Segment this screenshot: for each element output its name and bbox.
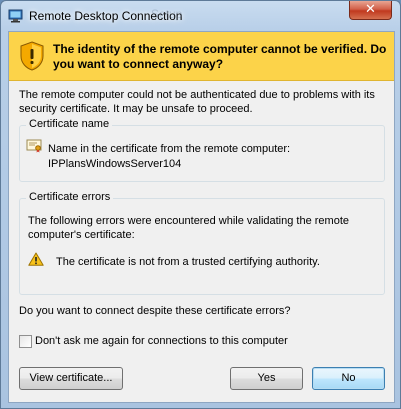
certificate-name-group: Certificate name Name in the certificate… [19,118,385,182]
certificate-icon [26,139,42,153]
certificate-errors-description: The following errors were encountered wh… [28,215,350,241]
remote-desktop-icon [8,9,23,23]
banner-heading: The identity of the remote computer cann… [53,42,387,71]
certificate-name-value: IPPlansWindowsServer104 [48,158,182,170]
connect-question: Do you want to connect despite these cer… [19,305,291,317]
certificate-name-title: Certificate name [26,118,113,130]
intro-text: The remote computer could not be authent… [19,89,375,115]
certificate-errors-title: Certificate errors [26,191,114,203]
certificate-name-text: Name in the certificate from the remote … [48,142,290,172]
dont-ask-label[interactable]: Don't ask me again for connections to th… [35,335,288,347]
shield-warning-icon [20,41,44,71]
certificate-errors-group: Certificate errors The following errors … [19,191,385,295]
certificate-error-message: The certificate is not from a trusted ce… [56,256,320,268]
dont-ask-checkbox[interactable] [19,335,32,348]
warning-icon [28,252,44,266]
certificate-name-line1: Name in the certificate from the remote … [48,143,291,155]
background-window-title: Setup [151,7,183,21]
title-bar[interactable]: Remote Desktop Connection Setup ✕ [1,1,400,31]
yes-button[interactable]: Yes [230,367,303,390]
no-button[interactable]: No [312,367,385,390]
warning-banner: The identity of the remote computer cann… [9,32,394,81]
dialog-content: The identity of the remote computer cann… [8,31,395,403]
close-button[interactable]: ✕ [349,1,392,20]
dialog-window: Remote Desktop Connection Setup ✕ The id… [0,0,401,409]
view-certificate-button[interactable]: View certificate... [19,367,123,390]
